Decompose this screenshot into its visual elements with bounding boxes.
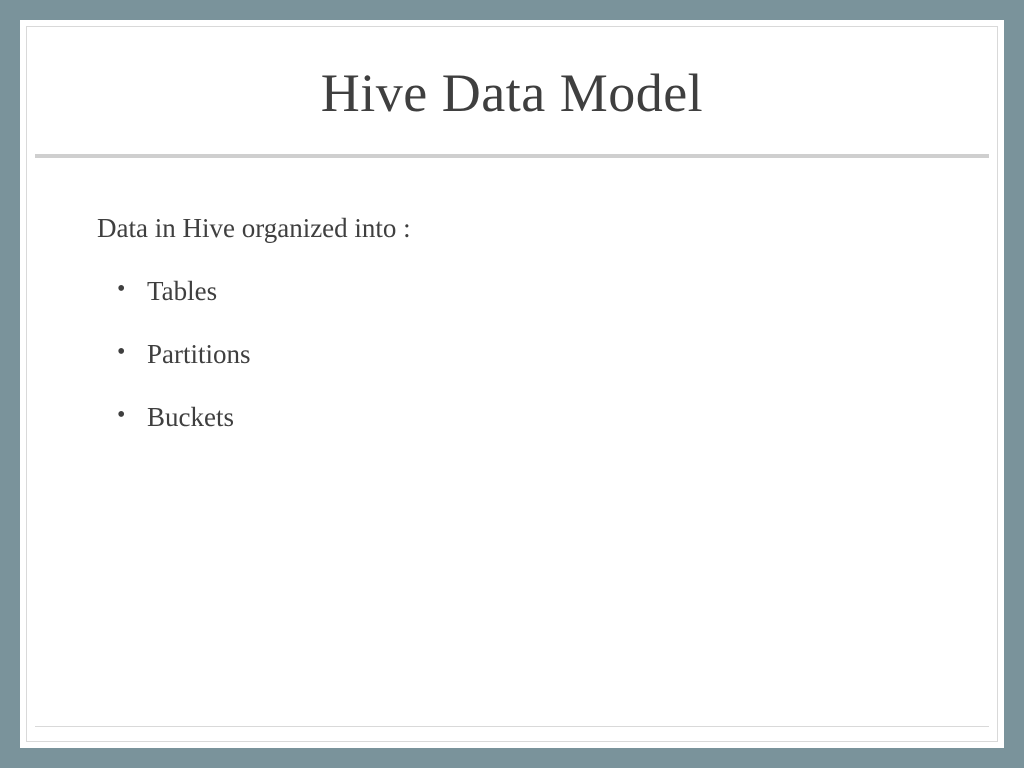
slide-border: Hive Data Model Data in Hive organized i… — [26, 26, 998, 742]
bullet-list: Tables Partitions Buckets — [97, 276, 927, 433]
content-section: Data in Hive organized into : Tables Par… — [27, 158, 997, 726]
slide-container: Hive Data Model Data in Hive organized i… — [20, 20, 1004, 748]
slide-title: Hive Data Model — [47, 62, 977, 124]
footer-divider — [35, 726, 989, 727]
list-item: Buckets — [117, 402, 927, 433]
title-section: Hive Data Model — [27, 27, 997, 154]
list-item: Tables — [117, 276, 927, 307]
intro-text: Data in Hive organized into : — [97, 213, 927, 244]
list-item: Partitions — [117, 339, 927, 370]
